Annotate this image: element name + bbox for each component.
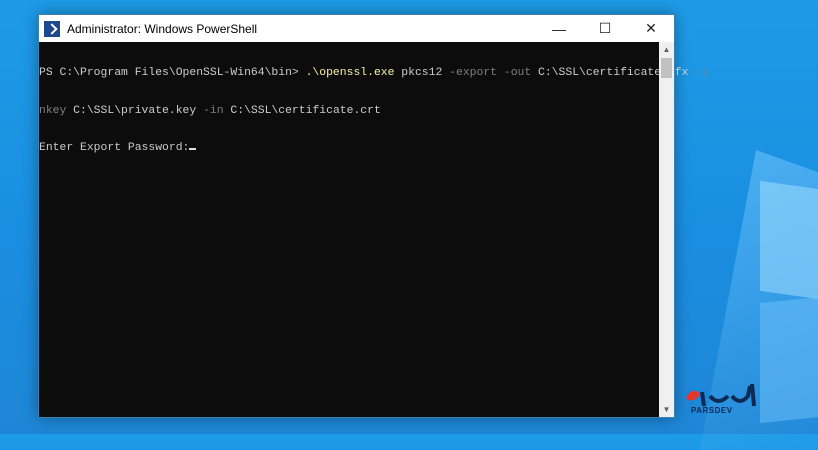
vertical-scrollbar[interactable]: ▲ ▼: [659, 42, 674, 417]
console-line: nkey C:\SSL\private.key -in C:\SSL\certi…: [39, 105, 659, 118]
scroll-down-arrow-icon[interactable]: ▼: [659, 402, 674, 417]
scroll-up-arrow-icon[interactable]: ▲: [659, 42, 674, 57]
maximize-button[interactable]: ☐: [582, 15, 628, 42]
prompt: PS C:\Program Files\OpenSSL-Win64\bin>: [39, 67, 306, 79]
window-title: Administrator: Windows PowerShell: [67, 21, 258, 36]
parameter: -export: [449, 67, 498, 79]
scroll-thumb[interactable]: [661, 58, 672, 78]
command-name: .\openssl.exe: [305, 67, 395, 79]
close-button[interactable]: ✕: [628, 15, 674, 42]
powershell-window[interactable]: Administrator: Windows PowerShell — ☐ ✕ …: [38, 14, 709, 418]
console-line: PS C:\Program Files\OpenSSL-Win64\bin> .…: [39, 67, 709, 80]
parameter: nkey: [39, 104, 67, 117]
console-line: Enter Export Password:: [39, 142, 659, 155]
title-bar[interactable]: Administrator: Windows PowerShell — ☐ ✕: [39, 15, 674, 42]
desktop-light-pane: [760, 296, 818, 424]
watermark-label: PARSDEV: [691, 406, 733, 415]
window-controls: — ☐ ✕: [536, 15, 674, 42]
argument: C:\SSL\certificate.crt: [223, 104, 381, 117]
parameter: -out: [503, 67, 532, 79]
desktop-light-pane: [760, 180, 818, 300]
parameter: -i: [695, 67, 709, 79]
powershell-icon[interactable]: [44, 20, 60, 37]
console-output[interactable]: PS C:\Program Files\OpenSSL-Win64\bin> .…: [39, 42, 709, 417]
password-prompt: Enter Export Password:: [39, 142, 190, 154]
minimize-button[interactable]: —: [536, 15, 582, 42]
argument: C:\SSL\private.key: [66, 104, 204, 117]
parameter: -in: [203, 104, 224, 117]
text-cursor: [189, 148, 197, 150]
argument: pkcs12: [394, 67, 450, 79]
